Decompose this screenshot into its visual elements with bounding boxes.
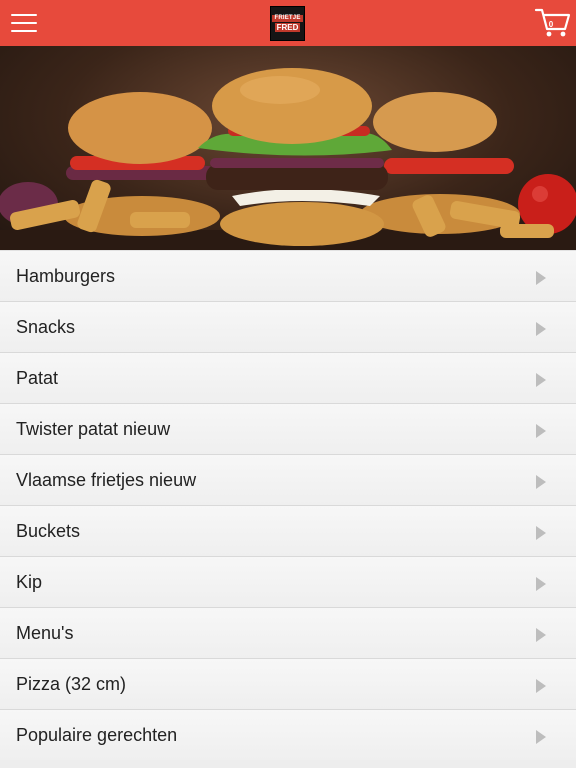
cart-count-badge: 0 — [548, 20, 554, 29]
chevron-right-icon — [536, 730, 546, 744]
category-item[interactable]: Twister patat nieuw — [0, 403, 576, 454]
category-label: Populaire gerechten — [16, 725, 178, 745]
chevron-right-icon — [536, 475, 546, 489]
category-item[interactable]: Pizza (32 cm) — [0, 658, 576, 709]
category-label: Pizza (32 cm) — [16, 674, 127, 694]
chevron-right-icon — [536, 271, 546, 285]
category-label: Twister patat nieuw — [16, 419, 171, 439]
category-label: Menu's — [16, 623, 74, 643]
category-item[interactable]: Menu's — [0, 607, 576, 658]
chevron-right-icon — [536, 577, 546, 591]
category-item[interactable]: Patat — [0, 352, 576, 403]
category-item[interactable]: Buckets — [0, 505, 576, 556]
chevron-right-icon — [536, 526, 546, 540]
hero-image — [0, 46, 576, 250]
category-label: Patat — [16, 368, 59, 388]
chevron-right-icon — [536, 679, 546, 693]
category-list: Hamburgers Snacks Patat Twister patat nieuw… — [0, 250, 576, 760]
category-label: Vlaamse frietjes nieuw — [16, 470, 197, 490]
chevron-right-icon — [536, 628, 546, 642]
category-item[interactable]: Populaire gerechten — [0, 709, 576, 760]
category-label: Buckets — [16, 521, 81, 541]
category-label: Hamburgers — [16, 266, 116, 286]
logo-line-2: FRED — [274, 23, 301, 32]
category-item[interactable]: Vlaamse frietjes nieuw — [0, 454, 576, 505]
hamburger-menu-icon[interactable] — [8, 8, 40, 38]
category-label: Kip — [16, 572, 43, 592]
category-item[interactable]: Snacks — [0, 301, 576, 352]
chevron-right-icon — [536, 373, 546, 387]
chevron-right-icon — [536, 322, 546, 336]
logo[interactable]: FRIETJE FRED — [270, 6, 305, 41]
chevron-right-icon — [536, 424, 546, 438]
category-label: Snacks — [16, 317, 76, 337]
category-item[interactable]: Hamburgers — [0, 250, 576, 301]
logo-line-1: FRIETJE — [272, 15, 303, 22]
top-bar: FRIETJE FRED 0 — [0, 0, 576, 46]
category-item[interactable]: Kip — [0, 556, 576, 607]
shopping-cart-icon[interactable]: 0 — [534, 7, 572, 39]
